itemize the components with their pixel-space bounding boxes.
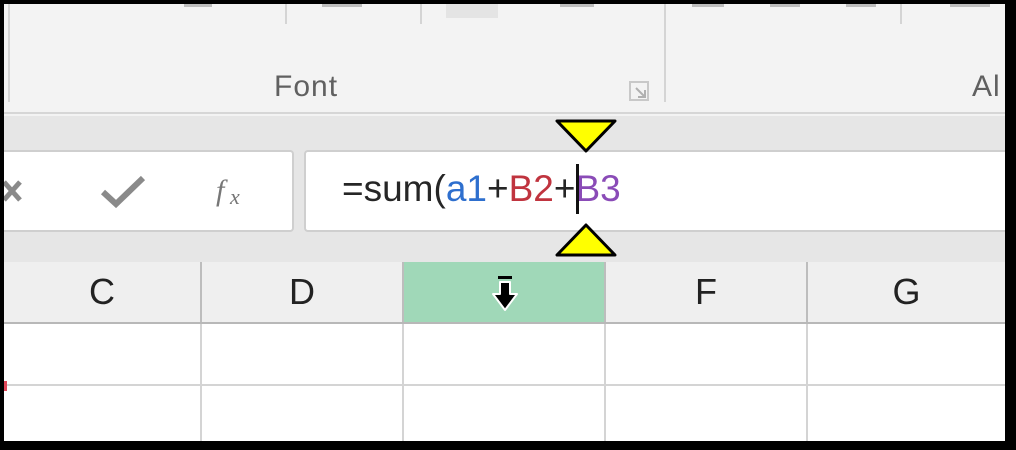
column-header-g[interactable]: G — [808, 262, 1005, 322]
screen-bezel — [1005, 0, 1016, 450]
ribbon-group-divider — [664, 4, 666, 102]
ribbon-control-stub[interactable] — [184, 4, 212, 7]
fx-icon[interactable]: f x — [214, 170, 258, 210]
ribbon: Font Al — [4, 4, 1005, 116]
ribbon-divider — [285, 4, 287, 24]
column-header-f[interactable]: F — [606, 262, 806, 322]
yellow-triangle-handle-icon[interactable] — [554, 222, 618, 258]
ribbon-group-label-alignment: Al — [972, 70, 1001, 103]
yellow-triangle-handle-icon[interactable] — [554, 118, 618, 154]
cell[interactable] — [808, 386, 1005, 446]
grid-line — [806, 324, 808, 441]
excel-window: Font Al f x =sum(a1+B2+B3 C D F G — [0, 0, 1016, 450]
column-header-c[interactable]: C — [4, 262, 200, 322]
checkmark-icon[interactable] — [100, 174, 146, 208]
ribbon-divider — [900, 4, 902, 24]
ribbon-divider — [420, 4, 422, 24]
grid-line — [200, 324, 202, 441]
formula-bar: f x =sum(a1+B2+B3 — [4, 116, 1009, 264]
svg-text:x: x — [229, 184, 240, 209]
screen-bezel — [0, 0, 4, 116]
formula-ref-a1: a1 — [445, 168, 487, 209]
cell[interactable] — [4, 386, 200, 446]
ribbon-control-stub[interactable] — [770, 4, 800, 7]
ribbon-control-stub[interactable] — [692, 4, 724, 7]
cell[interactable] — [4, 324, 200, 384]
cell[interactable] — [202, 324, 402, 384]
formula-operator: + — [486, 168, 509, 209]
grid-line — [4, 384, 1005, 386]
down-arrow-cursor-icon — [492, 276, 518, 311]
formula-ref-b2: B2 — [508, 168, 554, 209]
cell[interactable] — [808, 324, 1005, 384]
ribbon-group-label-font: Font — [274, 70, 339, 103]
ribbon-control-stub[interactable] — [950, 4, 990, 7]
cell[interactable] — [606, 386, 806, 446]
ribbon-bottom-border — [4, 112, 1005, 114]
screen-bezel — [0, 441, 1016, 450]
close-x-icon[interactable] — [4, 176, 26, 206]
cell[interactable] — [202, 386, 402, 446]
ribbon-control-stub[interactable] — [560, 4, 594, 7]
cell[interactable] — [404, 386, 604, 446]
text-caret — [576, 164, 579, 214]
cell[interactable] — [404, 324, 604, 384]
dialog-launcher-icon[interactable] — [628, 80, 650, 102]
formula-operator: + — [553, 168, 576, 209]
cell[interactable] — [606, 324, 806, 384]
svg-text:f: f — [216, 174, 228, 207]
formula-bar-buttons: f x — [4, 150, 294, 232]
column-headers: C D F G — [4, 262, 1005, 324]
grid-line — [402, 324, 404, 441]
ribbon-control-stub[interactable] — [446, 4, 498, 18]
screen-bezel — [0, 116, 4, 450]
worksheet-grid — [4, 324, 1005, 441]
screen-bezel — [0, 0, 1016, 4]
reference-border-marker — [4, 381, 7, 391]
formula-input[interactable]: =sum(a1+B2+B3 — [304, 150, 1009, 232]
formula-prefix: =sum( — [342, 168, 446, 209]
grid-line — [604, 324, 606, 441]
column-header-d[interactable]: D — [202, 262, 402, 322]
formula-ref-b3: B3 — [575, 168, 621, 209]
ribbon-control-stub[interactable] — [322, 4, 362, 7]
ribbon-group-divider — [8, 4, 10, 102]
ribbon-control-stub[interactable] — [846, 4, 876, 7]
